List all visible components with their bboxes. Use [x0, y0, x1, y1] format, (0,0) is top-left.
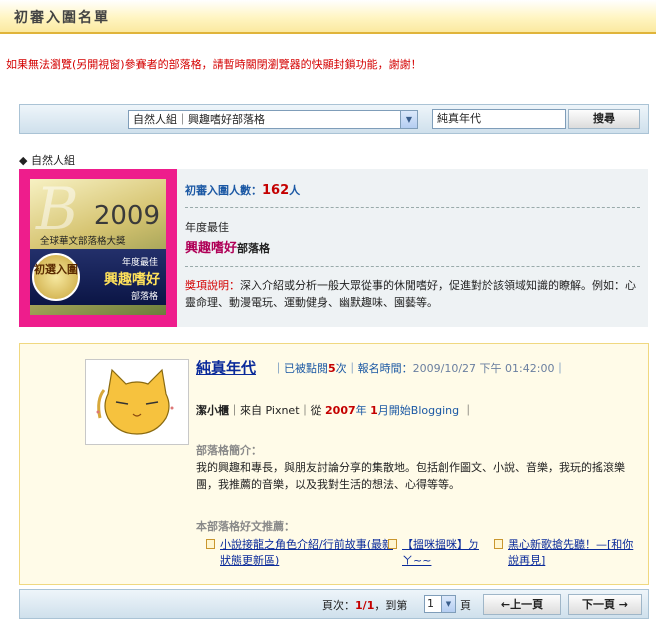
year-best: 年度最佳 [185, 221, 229, 234]
month-suffix: 月開始Blogging [377, 404, 460, 417]
click-count: 5 [328, 362, 336, 375]
group-label: ◆ 自然人組 [19, 154, 75, 167]
finalist-count-unit: 人 [289, 184, 301, 197]
page-unit: 頁 [460, 599, 471, 612]
award-badge-image: B 2009 全球華文部落格大獎 初選入圍 年度最佳 興趣嗜好 部落格 [30, 179, 166, 315]
badge-line2: 興趣嗜好 [104, 272, 160, 288]
blog-title-link[interactable]: 純真年代 [196, 357, 256, 378]
divider [185, 266, 640, 267]
recommended-post-link[interactable]: 小說接龍之角色介紹/行前故事(最新狀態更新區) [206, 537, 400, 569]
search-button[interactable]: 搜尋 [568, 109, 640, 129]
document-icon [206, 539, 215, 549]
divider [185, 207, 640, 208]
category-summary: 初審入圍人數：162人 年度最佳 興趣嗜好部落格 獎項說明：深入介紹或分析一般大… [177, 169, 648, 327]
recommended-post-link[interactable]: 【搵咪搵咪】ㄉㄚ~~ [388, 537, 488, 569]
start-year: 2007 [325, 404, 356, 417]
finalist-count: 初審入圍人數：162人 [185, 182, 300, 198]
page-info: 頁次：1/1，到第 [322, 597, 407, 613]
blog-meta: ｜已被點閱5次｜報名時間：2009/10/27 下午 01:42:00｜ [273, 360, 565, 376]
award-description: 獎項說明：深入介紹或分析一般大眾從事的休閒嗜好，促進對於該領域知識的瞭解。例如：… [185, 277, 640, 311]
platform: ｜來自 Pixnet｜從 [229, 404, 322, 417]
post-title: 黑心新歌搶先聽！—[和你說再見] [508, 538, 634, 567]
goto-label: ，到第 [374, 599, 408, 612]
chevron-down-icon[interactable]: ▼ [441, 596, 455, 612]
popup-notice: 如果無法瀏覽(另開視窗)參賽者的部落格，請暫時關閉瀏覽器的快顯封鎖功能，謝謝！ [6, 58, 422, 71]
page-label: 頁次： [322, 599, 355, 612]
end-bar: ｜ [462, 404, 474, 417]
title-bar: 初審入圍名單 [0, 0, 656, 34]
group-select[interactable]: 自然人組｜興趣嗜好部落格 ▼ [128, 110, 418, 129]
chevron-down-icon[interactable]: ▼ [400, 111, 417, 128]
avatar[interactable] [85, 359, 189, 445]
document-icon [388, 539, 397, 549]
blog-entry: 純真年代 ｜已被點閱5次｜報名時間：2009/10/27 下午 01:42:00… [19, 343, 649, 585]
author-line: 潔小櫃｜來自 Pixnet｜從 2007年 1月開始Blogging ｜ [196, 402, 474, 418]
intro-heading: 部落格簡介： [196, 444, 262, 457]
award-badge: B 2009 全球華文部落格大獎 初選入圍 年度最佳 興趣嗜好 部落格 [19, 169, 177, 327]
register-time: 2009/10/27 下午 01:42:00 [412, 362, 555, 375]
posts-heading: 本部落格好文推薦： [196, 520, 295, 533]
badge-line1: 年度最佳 [121, 258, 158, 268]
badge-award: 全球華文部落格大獎 [40, 236, 126, 247]
page-select-value: 1 [427, 597, 434, 610]
post-title: 【搵咪搵咪】ㄉㄚ~~ [402, 538, 479, 567]
keyword-input[interactable]: 純真年代 [432, 109, 566, 129]
award-description-text: 深入介紹或分析一般大眾從事的休閒嗜好，促進對於該領域知識的瞭解。例如：心靈命理、… [185, 279, 636, 309]
author-name: 潔小櫃 [196, 404, 229, 417]
category-suffix: 部落格 [237, 242, 271, 255]
clicks-prefix: ｜已被點閱 [273, 362, 328, 375]
group-select-value: 自然人組｜興趣嗜好部落格 [133, 113, 265, 126]
page-select[interactable]: 1 ▼ [424, 595, 456, 613]
time-suffix: ｜ [554, 362, 566, 375]
document-icon [494, 539, 503, 549]
finalist-count-value: 162 [262, 183, 290, 198]
pagination-bar: 頁次：1/1，到第 1 ▼ 頁 ←上一頁 下一頁 → [19, 589, 649, 619]
category-name-text: 興趣嗜好 [185, 241, 238, 256]
award-description-label: 獎項說明： [185, 279, 240, 292]
next-page-button[interactable]: 下一頁 → [568, 594, 642, 615]
recommended-post-link[interactable]: 黑心新歌搶先聽！—[和你說再見] [494, 537, 638, 569]
year-unit: 年 [355, 404, 367, 417]
badge-circle: 初選入圍 [32, 253, 80, 301]
post-title: 小說接龍之角色介紹/行前故事(最新狀態更新區) [220, 538, 393, 567]
category-name: 興趣嗜好部落格 [185, 237, 270, 256]
current-page: 1 [355, 599, 363, 612]
badge-line3: 部落格 [130, 292, 158, 302]
cat-avatar-icon [86, 360, 188, 444]
start-month: 1 [370, 404, 378, 417]
blog-intro: 我的興趣和專長，與朋友討論分享的集散地。包括創作圖文、小說、音樂，我玩的搖滾樂團… [196, 461, 625, 491]
page-title: 初審入圍名單 [14, 10, 110, 26]
finalist-count-label: 初審入圍人數： [185, 184, 262, 197]
search-bar: 自然人組｜興趣嗜好部落格 ▼ 純真年代 搜尋 [19, 104, 649, 134]
badge-year: 2009 [93, 201, 160, 231]
clicks-suffix: 次｜報名時間： [335, 362, 413, 375]
prev-page-button[interactable]: ←上一頁 [483, 594, 561, 615]
